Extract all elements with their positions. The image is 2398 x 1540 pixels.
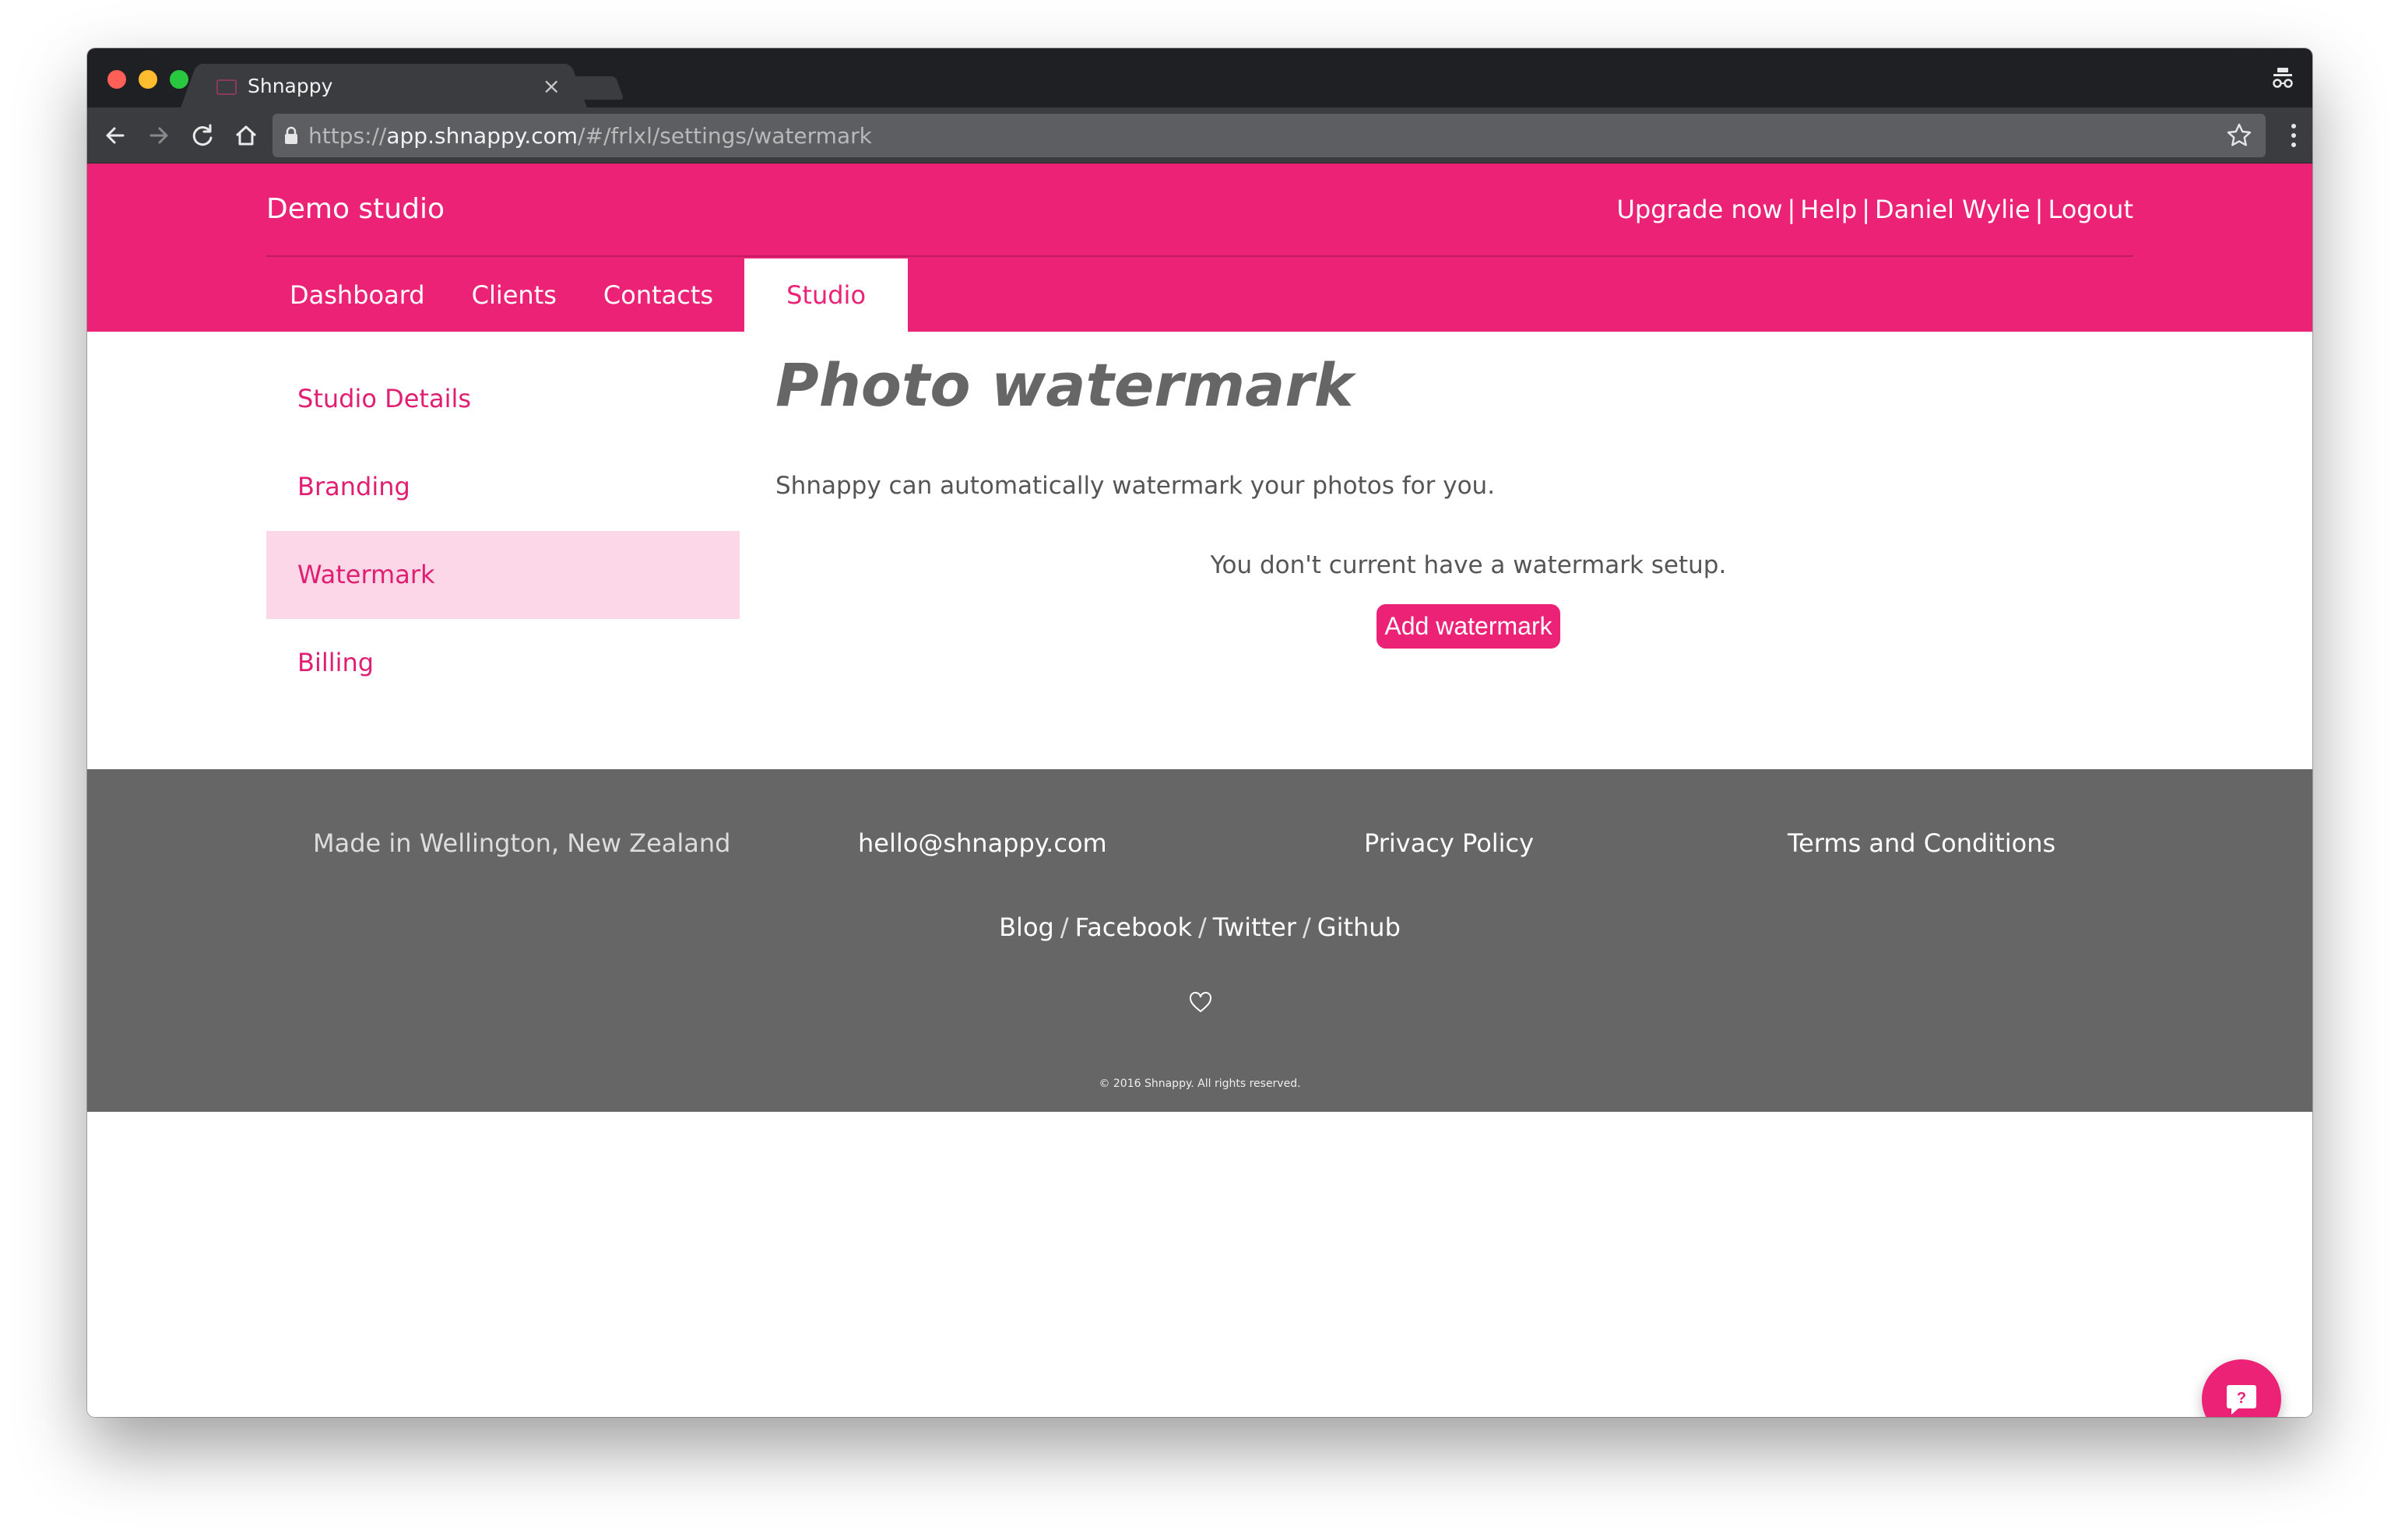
terms-link[interactable]: Terms and Conditions — [1788, 828, 2055, 858]
social-separator: / — [1303, 912, 1311, 942]
upgrade-now-link[interactable]: Upgrade now — [1616, 195, 1782, 224]
screenshot-stage: { "browser": { "tab_title": "Shnappy", "… — [0, 0, 2398, 1540]
reload-icon[interactable] — [187, 120, 218, 151]
site-header: Demo studio Upgrade now | Help | Daniel Wyli… — [87, 163, 2312, 332]
home-icon[interactable] — [230, 120, 262, 151]
star-icon[interactable] — [2225, 121, 2253, 149]
help-chat-button[interactable]: ? — [2202, 1359, 2281, 1417]
address-bar[interactable]: https://app.shnappy.com/#/frlxl/settings… — [272, 114, 2266, 157]
tab-studio[interactable]: Studio — [744, 258, 909, 332]
favicon-icon — [216, 79, 237, 95]
settings-sidebar: Studio Details Branding Watermark Billin… — [266, 355, 740, 707]
github-link[interactable]: Github — [1317, 912, 1401, 942]
user-name-link[interactable]: Daniel Wylie — [1875, 195, 2031, 224]
no-watermark-notice: You don't current have a watermark setup… — [1210, 551, 1727, 579]
social-links: Blog / Facebook / Twitter / Github — [87, 912, 2312, 942]
sidebar-item-billing[interactable]: Billing — [266, 619, 740, 707]
site-footer: Made in Wellington, New Zealand hello@sh… — [87, 769, 2312, 1112]
social-separator: / — [1060, 912, 1069, 942]
social-separator: / — [1197, 912, 1207, 942]
blog-link[interactable]: Blog — [999, 912, 1054, 942]
link-separator: | — [1862, 195, 1870, 224]
menu-dots-icon[interactable] — [2291, 123, 2297, 148]
back-arrow-icon[interactable] — [100, 120, 131, 151]
new-tab-button[interactable] — [573, 76, 624, 100]
heart-icon — [1188, 990, 1213, 1014]
link-separator: | — [2034, 195, 2044, 224]
page-title: Photo watermark — [775, 350, 1354, 420]
sidebar-item-studio-details[interactable]: Studio Details — [266, 355, 740, 443]
facebook-link[interactable]: Facebook — [1075, 912, 1192, 942]
tab-dashboard[interactable]: Dashboard — [266, 258, 448, 332]
privacy-policy-link[interactable]: Privacy Policy — [1364, 828, 1534, 858]
url-host: app.shnappy.com — [386, 123, 578, 149]
email-link[interactable]: hello@shnappy.com — [858, 828, 1107, 858]
studio-name[interactable]: Demo studio — [266, 193, 445, 225]
zoom-window-button[interactable] — [170, 70, 188, 89]
button-row: Add watermark — [775, 604, 2161, 649]
copyright-text: © 2016 Shnappy. All rights reserved. — [1099, 1078, 1301, 1090]
svg-text:?: ? — [2237, 1390, 2246, 1407]
close-window-button[interactable] — [107, 70, 126, 89]
web-page: Demo studio Upgrade now | Help | Daniel Wyli… — [87, 163, 2312, 1417]
tab-clients[interactable]: Clients — [448, 258, 580, 332]
help-chat-icon: ? — [2227, 1385, 2256, 1415]
account-links: Upgrade now | Help | Daniel Wylie | Logout — [1616, 195, 2133, 224]
add-watermark-button[interactable]: Add watermark — [1377, 604, 1560, 649]
help-link[interactable]: Help — [1800, 195, 1857, 224]
made-in-text: Made in Wellington, New Zealand — [313, 828, 731, 858]
url-scheme: https:// — [308, 123, 387, 149]
logout-link[interactable]: Logout — [2048, 195, 2133, 224]
browser-toolbar: https://app.shnappy.com/#/frlxl/settings… — [87, 107, 2312, 163]
sidebar-item-watermark[interactable]: Watermark — [266, 531, 740, 619]
browser-tab[interactable]: Shnappy × — [201, 64, 567, 109]
intro-text: Shnappy can automatically watermark your… — [775, 472, 1496, 500]
minimize-window-button[interactable] — [139, 70, 157, 89]
tab-contacts[interactable]: Contacts — [580, 258, 737, 332]
forward-arrow-icon[interactable] — [143, 120, 174, 151]
url-path: /#/frlxl/settings/watermark — [578, 123, 872, 149]
main-content: Photo watermark Shnappy can automaticall… — [775, 350, 2163, 649]
browser-window: Shnappy × https://app.shnappy.com/#/frlx… — [87, 48, 2312, 1417]
incognito-icon — [2270, 65, 2295, 90]
twitter-link[interactable]: Twitter — [1213, 912, 1296, 942]
link-separator: | — [1787, 195, 1796, 224]
tab-title: Shnappy — [248, 75, 333, 97]
main-nav: Dashboard Clients Contacts Studio — [266, 258, 909, 332]
url-text: https://app.shnappy.com/#/frlxl/settings… — [308, 123, 872, 149]
title-bar: Shnappy × — [87, 48, 2312, 109]
header-divider — [266, 255, 2133, 257]
sidebar-item-branding[interactable]: Branding — [266, 443, 740, 531]
tab-close-button[interactable]: × — [543, 73, 561, 99]
lock-icon — [283, 126, 299, 145]
